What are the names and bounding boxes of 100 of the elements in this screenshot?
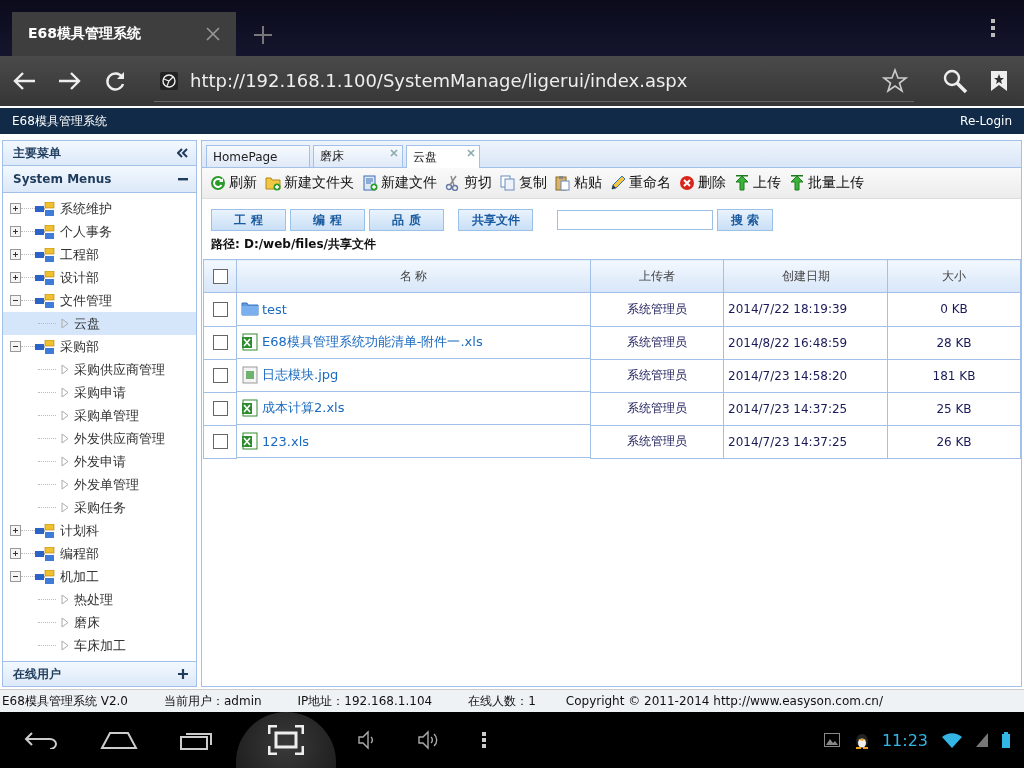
tree-node-icon (35, 569, 55, 584)
collapse-icon[interactable] (10, 571, 21, 582)
toolbar-button[interactable]: 上传 (734, 174, 781, 192)
volume-up-icon[interactable] (418, 730, 440, 750)
tab-label: 磨床 (320, 148, 344, 165)
column-header[interactable]: 大小 (887, 259, 1021, 293)
file-link[interactable]: 成本计算2.xls (262, 399, 345, 417)
tree-label: 计划科 (60, 521, 99, 540)
row-checkbox[interactable] (212, 401, 228, 416)
row-checkbox[interactable] (212, 434, 228, 449)
toolbar-button[interactable]: 删除 (679, 174, 726, 192)
tree-item[interactable]: 计划科 (3, 519, 196, 542)
toolbar-button[interactable]: 新建文件 (362, 174, 437, 192)
row-checkbox[interactable] (212, 301, 228, 317)
back-icon[interactable] (24, 731, 58, 749)
globe-icon (160, 71, 178, 90)
tree-item[interactable]: 文件管理 (3, 289, 196, 312)
folder-icon (241, 300, 259, 318)
column-header[interactable]: 创建日期 (723, 259, 888, 293)
expand-icon[interactable] (10, 203, 21, 214)
tree-item[interactable]: 云盘 (3, 312, 196, 335)
column-header[interactable]: 名 称 (236, 259, 591, 293)
tree-item[interactable]: 热处理 (3, 588, 196, 611)
row-checkbox[interactable] (212, 335, 228, 350)
tree-item[interactable]: 外发申请 (3, 450, 196, 473)
expand-icon[interactable] (10, 226, 21, 237)
tree-item[interactable]: 外发供应商管理 (3, 427, 196, 450)
relogin-link[interactable]: Re-Login (960, 114, 1012, 128)
recent-apps-icon[interactable] (180, 730, 214, 750)
file-link[interactable]: E68模具管理系统功能清单-附件一.xls (262, 333, 483, 351)
select-all-checkbox[interactable] (212, 268, 228, 284)
expand-icon[interactable] (10, 272, 21, 283)
tree-item[interactable]: 设计部 (3, 266, 196, 289)
status-text: Copyright © 2011-2014 http://www.easyson.com.cn/ (565, 694, 883, 708)
search-icon[interactable] (942, 68, 968, 94)
toolbar-button[interactable]: 重命名 (610, 174, 671, 192)
toolbar-button[interactable]: 剪切 (445, 174, 492, 192)
filter-button[interactable]: 共享文件 (458, 209, 533, 231)
collapse-icon[interactable] (10, 295, 21, 306)
status-text: 当前用户：admin (163, 692, 262, 710)
tab-label: HomePage (213, 149, 278, 164)
expand-icon[interactable] (10, 249, 21, 260)
row-checkbox[interactable] (212, 368, 228, 383)
plus-icon[interactable] (252, 24, 274, 46)
toolbar-button[interactable]: 刷新 (210, 174, 257, 192)
column-header[interactable]: 上传者 (590, 259, 724, 293)
tree-item[interactable]: 磨床 (3, 611, 196, 634)
tab[interactable]: 云盘 (406, 145, 480, 168)
tree-label: 系统维护 (60, 199, 112, 218)
tree-item[interactable]: 个人事务 (3, 220, 196, 243)
sidebar-footer[interactable]: 在线用户 (3, 661, 196, 686)
toolbar-button[interactable]: 复制 (500, 174, 547, 192)
tree-item[interactable]: 工程部 (3, 243, 196, 266)
file-link[interactable]: 日志模块.jpg (262, 366, 339, 384)
menu-icon[interactable] (990, 18, 996, 38)
filter-button[interactable]: 编 程 (290, 209, 365, 231)
tree-item[interactable]: 系统维护 (3, 197, 196, 220)
tree-label: 热处理 (74, 590, 113, 609)
tab-title: E68模具管理系统 (28, 25, 142, 43)
tree-node-icon (35, 339, 55, 354)
tree-item[interactable]: 车床加工 (3, 634, 196, 657)
collapse-icon[interactable] (10, 341, 21, 352)
menu-icon[interactable] (482, 732, 486, 748)
tree-item[interactable]: 采购任务 (3, 496, 196, 519)
tab[interactable]: HomePage (206, 145, 310, 167)
tree-item[interactable]: 采购单管理 (3, 404, 196, 427)
volume-down-icon[interactable] (358, 730, 376, 750)
tree-item[interactable]: 采购部 (3, 335, 196, 358)
tree-item[interactable]: 采购供应商管理 (3, 358, 196, 381)
table-cell: 25 KB (887, 392, 1021, 425)
close-icon[interactable] (206, 27, 220, 41)
toolbar-button[interactable]: 粘贴 (555, 174, 602, 192)
toolbar-button[interactable]: 批量上传 (789, 174, 864, 192)
star-icon[interactable] (882, 67, 908, 94)
browser-tab[interactable]: E68模具管理系统 (12, 12, 236, 56)
home-icon[interactable] (100, 731, 138, 749)
expand-icon[interactable] (10, 525, 21, 536)
wifi-icon (942, 732, 962, 748)
file-link[interactable]: test (262, 301, 287, 317)
expand-icon[interactable] (10, 548, 21, 559)
filter-button[interactable]: 工 程 (211, 209, 286, 231)
plus-icon[interactable] (178, 669, 188, 679)
tree-label: 设计部 (60, 268, 99, 287)
bookmark-icon[interactable] (990, 70, 1008, 92)
tree-item[interactable]: 机加工 (3, 565, 196, 588)
section-header[interactable]: System Menus (3, 166, 196, 193)
filter-button[interactable]: 品 质 (369, 209, 444, 231)
collapse-icon[interactable] (177, 148, 188, 158)
forward-icon[interactable] (58, 71, 82, 91)
tab[interactable]: 磨床 (313, 145, 403, 167)
table-cell: 2014/7/23 14:58:20 (723, 359, 888, 392)
search-field[interactable] (557, 210, 713, 230)
tree-item[interactable]: 外发单管理 (3, 473, 196, 496)
tree-item[interactable]: 采购申请 (3, 381, 196, 404)
toolbar-button[interactable]: 新建文件夹 (265, 174, 354, 192)
file-link[interactable]: 123.xls (262, 433, 310, 449)
reload-icon[interactable] (104, 70, 126, 92)
search-button[interactable]: 搜 索 (717, 209, 773, 231)
tree-label: 外发供应商管理 (74, 429, 165, 448)
tree-item[interactable]: 编程部 (3, 542, 196, 565)
